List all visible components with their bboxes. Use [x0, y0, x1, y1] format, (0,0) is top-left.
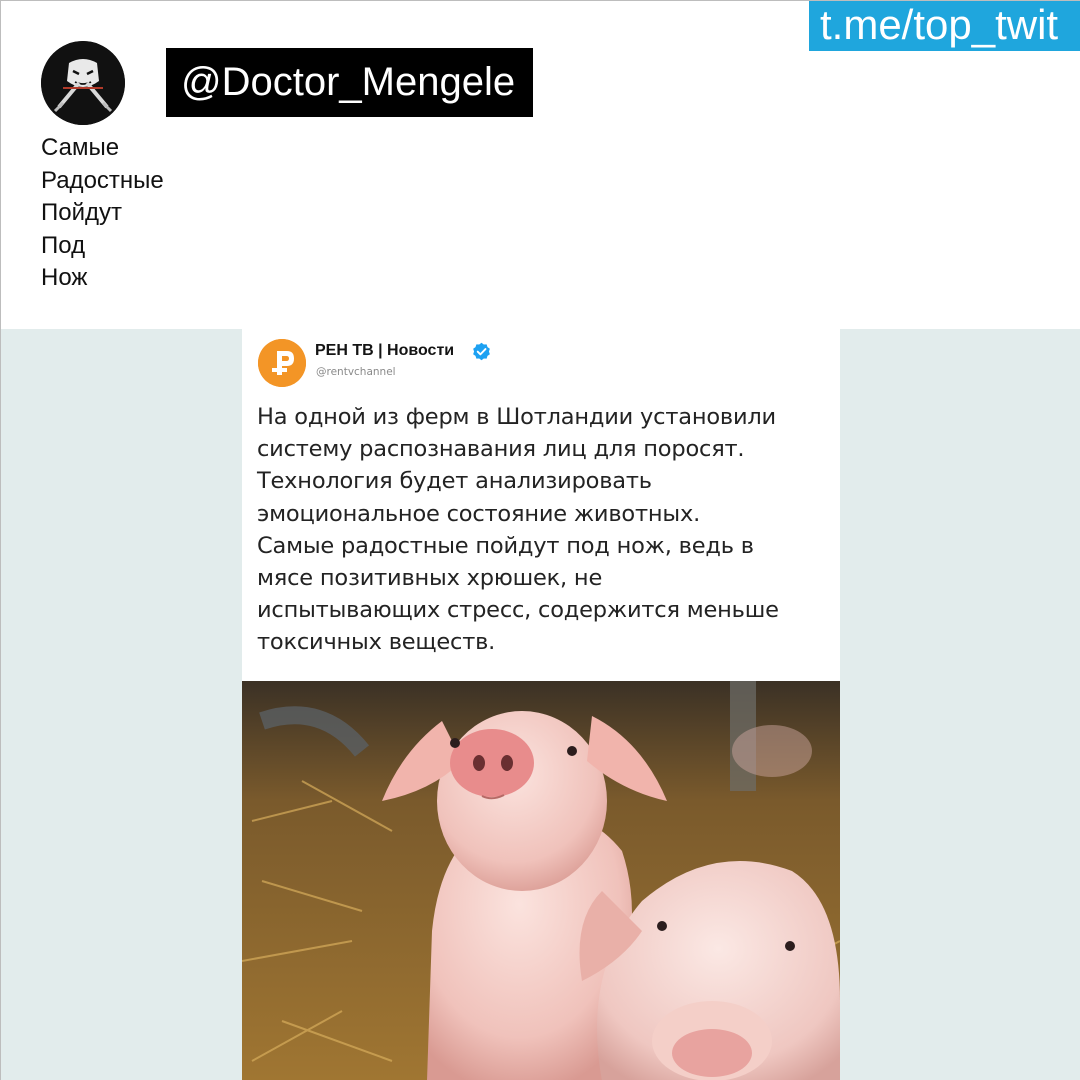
caption-line: Нож — [41, 264, 88, 291]
tweet-text: На одной из ферм в Шотландии установили … — [257, 401, 832, 659]
piglets-photo[interactable] — [242, 681, 840, 1080]
caption-line: Самые — [41, 134, 120, 161]
tweet-text-line: На одной из ферм в Шотландии установили — [257, 404, 776, 430]
tweet-text-line: Самые радостные пойдут под нож, ведь в — [257, 532, 754, 559]
tweet-handle[interactable]: @rentvchannel — [316, 365, 396, 379]
tweet-author-name[interactable]: РЕН ТВ | Новости — [315, 340, 454, 362]
masked-figure-avatar-icon[interactable] — [41, 41, 125, 125]
verified-badge-icon — [472, 342, 491, 361]
post-header-area: t.me/top_twit @Doctor_Mengele Самые Радо… — [1, 1, 1080, 329]
tweet-text-line: Технология будет анализировать — [257, 468, 652, 495]
channel-link[interactable]: t.me/top_twit — [809, 1, 1080, 51]
username-badge[interactable]: @Doctor_Mengele — [166, 48, 533, 117]
caption-line: Пойдут — [41, 199, 122, 226]
caption-line: Под — [41, 231, 86, 259]
tweet-text-line: мясе позитивных хрюшек, не — [257, 565, 603, 592]
post-caption: Самые Радостные Пойдут Под Нож — [41, 132, 164, 295]
post-frame: t.me/top_twit @Doctor_Mengele Самые Радо… — [0, 0, 1080, 1080]
tweet-screenshot[interactable]: РЕН ТВ | Новости @rentvchannel На одной … — [242, 329, 840, 1080]
caption-line: Радостные — [41, 166, 164, 194]
tweet-text-line: токсичных веществ. — [257, 629, 496, 656]
rentv-logo-icon[interactable] — [258, 339, 306, 387]
tweet-text-line: эмоциональное состояние животных. — [257, 500, 701, 527]
tweet-text-line: систему распознавания лиц для поросят. — [257, 436, 745, 463]
tweet-text-line: испытывающих стресс, содержится меньше — [257, 597, 779, 624]
